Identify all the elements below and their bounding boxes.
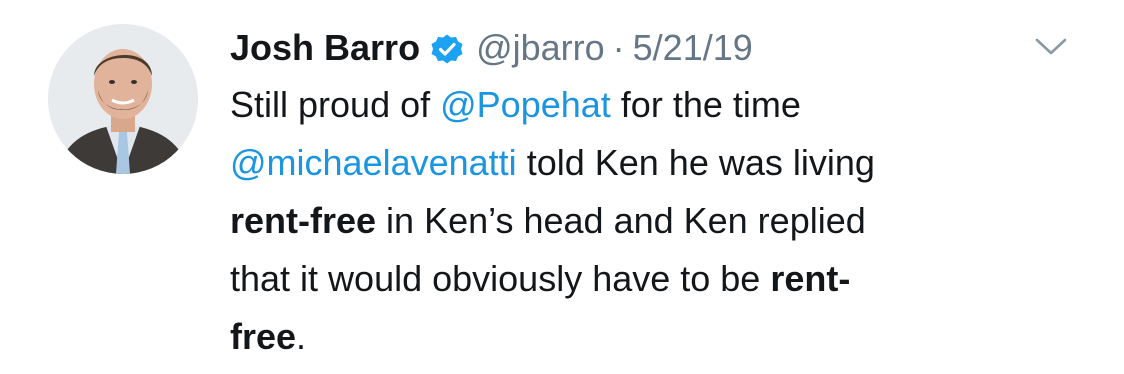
- tweet: Josh Barro @jbarro · 5/21/19 Still proud…: [0, 0, 1124, 374]
- tweet-text-segment: that it would obviously have to be: [230, 258, 771, 299]
- user-handle[interactable]: @jbarro: [476, 24, 605, 72]
- tweet-text-segment: .: [296, 316, 307, 357]
- chevron-down-icon[interactable]: [1034, 36, 1068, 58]
- mention-michaelavenatti-link[interactable]: @michaelavenatti: [230, 142, 517, 183]
- verified-badge-icon: [430, 31, 464, 65]
- tweet-text-line: free.: [230, 308, 1070, 366]
- tweet-text-segment: Still proud of: [230, 84, 441, 125]
- avatar-photo: [48, 24, 198, 174]
- tweet-date[interactable]: 5/21/19: [633, 24, 753, 72]
- tweet-header: Josh Barro @jbarro · 5/21/19: [230, 24, 753, 72]
- tweet-text-segment: told Ken he was living: [516, 142, 875, 183]
- bold-text-segment: rent-: [770, 258, 851, 299]
- tweet-text-segment: for the time: [610, 84, 801, 125]
- tweet-text-line: Still proud of @Popehat for the time: [230, 76, 1070, 134]
- bold-text-segment: rent-free: [230, 200, 377, 241]
- separator-dot: ·: [612, 27, 625, 68]
- bold-text-segment: free: [230, 316, 297, 357]
- tweet-text-line: rent-free in Ken’s head and Ken replied: [230, 192, 1070, 250]
- mention-popehat-link[interactable]: @Popehat: [440, 84, 611, 125]
- tweet-text-segment: in Ken’s head and Ken replied: [376, 200, 866, 241]
- tweet-text: Still proud of @Popehat for the time @mi…: [230, 76, 1070, 366]
- display-name[interactable]: Josh Barro: [230, 24, 420, 72]
- tweet-text-line: that it would obviously have to be rent-: [230, 250, 1070, 308]
- tweet-text-line: @michaelavenatti told Ken he was living: [230, 134, 1070, 192]
- avatar[interactable]: [48, 24, 198, 174]
